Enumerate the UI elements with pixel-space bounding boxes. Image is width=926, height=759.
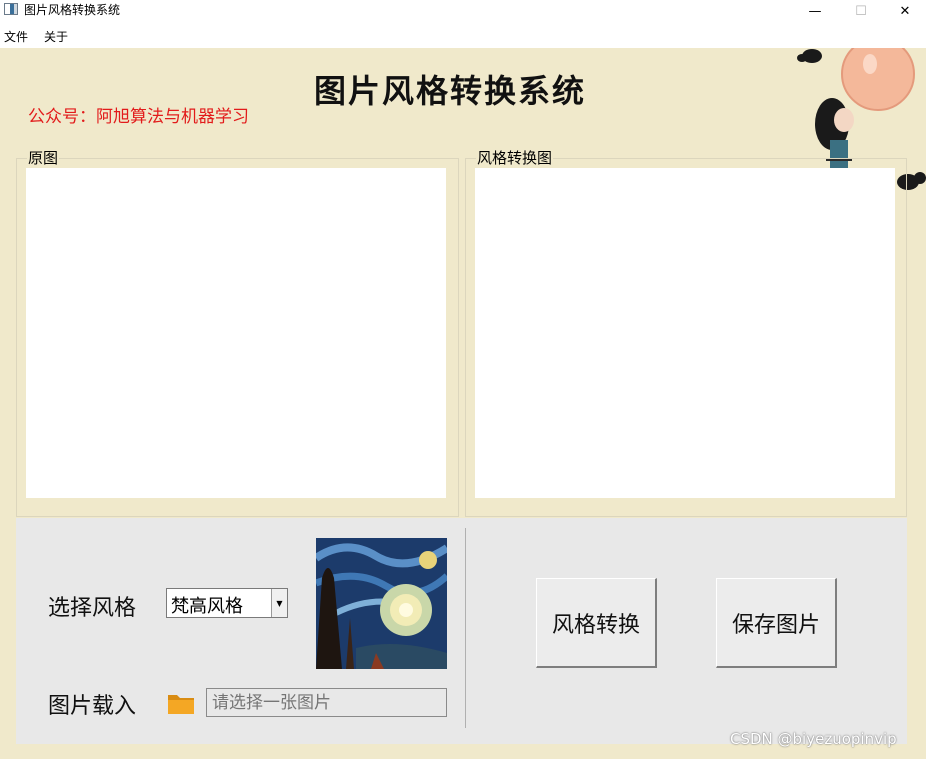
convert-button[interactable]: 风格转换: [536, 578, 657, 668]
converted-image-label: 风格转换图: [476, 149, 554, 167]
save-image-button[interactable]: 保存图片: [716, 578, 837, 668]
style-label: 选择风格: [48, 596, 137, 621]
original-image-label: 原图: [27, 149, 60, 167]
style-dropdown[interactable]: 梵高风格 ▼: [166, 588, 288, 618]
window-title: 图片风格转换系统: [24, 3, 121, 17]
page-title: 图片风格转换系统: [313, 72, 586, 110]
menu-bar: 文件 关于: [0, 26, 926, 46]
main-window: 图片风格转换系统 公众号：阿旭算法与机器学习 原图 风格转换图 选择风格 梵高风…: [0, 48, 926, 759]
original-image-group: 原图: [16, 149, 459, 517]
close-button[interactable]: ✕: [882, 0, 926, 22]
style-dropdown-value: 梵高风格: [171, 596, 243, 617]
app-icon: [4, 3, 18, 15]
watermark-text: CSDN @biyezuopinvip: [730, 730, 897, 748]
menu-about[interactable]: 关于: [44, 28, 68, 45]
folder-icon[interactable]: [167, 690, 195, 716]
panel-divider: [465, 528, 466, 728]
converted-image-canvas: [475, 168, 895, 498]
subtitle-text: 公众号：阿旭算法与机器学习: [28, 107, 249, 127]
style-preview-image: [316, 538, 447, 669]
menu-file[interactable]: 文件: [4, 28, 28, 45]
original-image-canvas: [26, 168, 446, 498]
minimize-button[interactable]: —: [792, 0, 838, 22]
image-path-input[interactable]: [206, 688, 447, 717]
converted-image-group: 风格转换图: [465, 149, 907, 517]
load-label: 图片载入: [48, 694, 137, 719]
control-panel: 选择风格 梵高风格 ▼ 图片载入 风格转换 保存图片: [16, 518, 907, 744]
dropdown-arrow-icon[interactable]: ▼: [271, 589, 287, 617]
title-bar: 图片风格转换系统 — ☐ ✕: [0, 0, 926, 22]
maximize-button[interactable]: ☐: [838, 0, 884, 22]
